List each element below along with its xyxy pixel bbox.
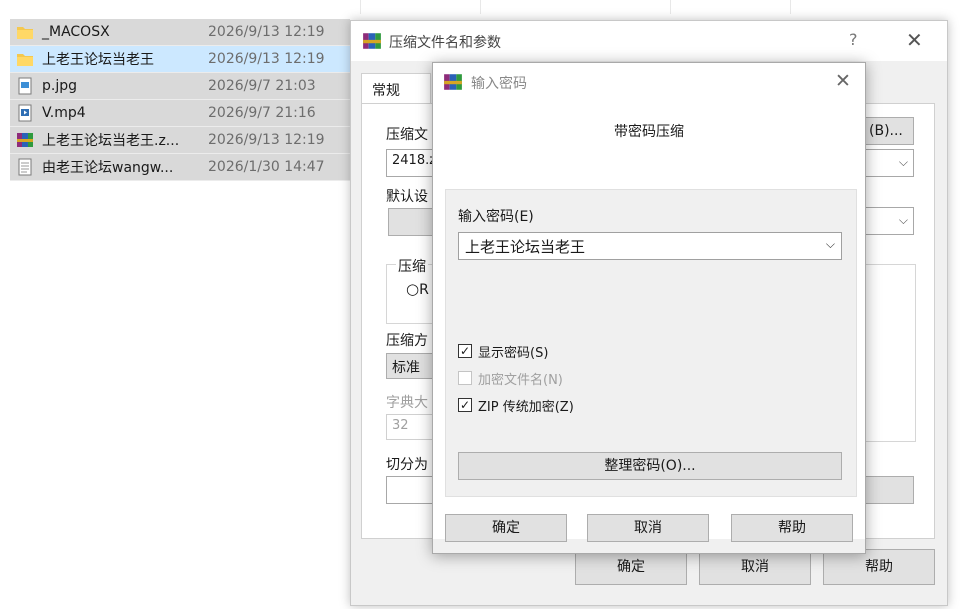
cancel-button[interactable]: 取消 [587,514,709,542]
cancel-button[interactable]: 取消 [699,549,811,585]
close-icon[interactable]: ✕ [835,70,851,92]
chevron-down-icon: ⌵ [898,213,908,227]
encrypt-file-names-checkbox: 加密文件名(N) [458,369,563,388]
dialog-title: 输入密码 [471,76,527,92]
file-row-selected[interactable]: 上老王论坛当老王 2026/9/13 12:19 [10,46,350,73]
winrar-archive-icon [17,133,33,147]
video-file-icon [18,104,32,122]
file-name: 上老王论坛当老王.z... [42,133,180,149]
file-name: _MACOSX [42,24,110,40]
dialog-heading: 带密码压缩 [614,124,684,140]
checkbox-label: 加密文件名(N) [478,372,563,388]
format-radio-label: R [419,282,429,298]
zip-legacy-encryption-checkbox[interactable]: ✓ ZIP 传统加密(Z) [458,396,574,415]
checkbox-checked-icon: ✓ [458,344,472,358]
archive-name-label: 压缩文 [386,127,428,143]
checkbox-label: 显示密码(S) [478,345,549,361]
password-group: 输入密码(E) 上老王论坛当老王 ⌵ ✓ 显示密码(S) 加密文件名(N) ✓ … [445,189,857,497]
format-radio-rar[interactable]: ○R [406,280,429,298]
default-settings-label: 默认设 [386,189,428,205]
checkbox-label: ZIP 传统加密(Z) [478,399,574,415]
chevron-down-icon[interactable]: ⌵ [826,237,835,252]
file-row[interactable]: V.mp4 2026/9/7 21:16 [10,100,350,127]
password-input[interactable]: 上老王论坛当老王 ⌵ [458,232,842,260]
file-row[interactable]: 由老王论坛wangw... 2026/1/30 14:47 [10,154,350,181]
winrar-icon [444,74,462,90]
enter-password-label: 输入密码(E) [458,209,534,225]
help-button[interactable]: 帮助 [823,549,935,585]
file-date: 2026/9/13 12:19 [208,132,325,148]
checkbox-unchecked-icon [458,371,472,385]
tab-general[interactable]: 常规 [361,73,431,103]
text-file-icon [18,158,32,176]
dialog-title: 压缩文件名和参数 [389,35,501,51]
ok-button[interactable]: 确定 [445,514,567,542]
dictionary-size-label: 字典大 [386,395,428,411]
file-date: 2026/9/7 21:03 [208,78,316,94]
archive-name-dropdown[interactable]: ⌵ [862,149,914,177]
archive-options-group [862,264,916,442]
chevron-down-icon: ⌵ [898,155,908,169]
image-file-icon [18,77,32,95]
organize-passwords-button[interactable]: 整理密码(O)... [458,452,842,480]
browse-button[interactable]: (B)... [862,117,914,145]
file-name: p.jpg [42,78,77,94]
show-password-checkbox[interactable]: ✓ 显示密码(S) [458,342,549,361]
file-date: 2026/9/13 12:19 [208,24,325,40]
file-name: 上老王论坛当老王 [42,52,154,68]
compression-method-label: 压缩方 [386,333,428,349]
set-password-button[interactable] [862,476,914,504]
file-date: 2026/9/13 12:19 [208,51,325,67]
file-date: 2026/9/7 21:16 [208,105,316,121]
password-value: 上老王论坛当老王 [465,238,586,256]
archive-format-label: 压缩 [396,256,428,276]
folder-icon [17,54,33,66]
title-bar: 输入密码 ✕ [433,63,865,101]
file-row[interactable]: _MACOSX 2026/9/13 12:19 [10,19,350,46]
column-dividers [360,0,960,16]
enter-password-dialog: 输入密码 ✕ 带密码压缩 输入密码(E) 上老王论坛当老王 ⌵ ✓ 显示密码(S… [432,62,866,554]
close-icon[interactable]: ✕ [906,28,923,52]
file-date: 2026/1/30 14:47 [208,159,325,175]
file-explorer-list: _MACOSX 2026/9/13 12:19 上老王论坛当老王 2026/9/… [0,0,791,200]
file-row[interactable]: 上老王论坛当老王.z... 2026/9/13 12:19 [10,127,350,154]
ok-button[interactable]: 确定 [575,549,687,585]
winrar-icon [363,33,381,49]
help-button[interactable]: 帮助 [731,514,853,542]
title-bar: 压缩文件名和参数 ? ✕ [351,21,947,61]
checkbox-checked-icon: ✓ [458,398,472,412]
file-row[interactable]: p.jpg 2026/9/7 21:03 [10,73,350,100]
file-name: 由老王论坛wangw... [42,160,174,176]
file-name: V.mp4 [42,105,86,121]
split-volumes-label: 切分为 [386,457,428,473]
update-mode-dropdown[interactable]: ⌵ [862,207,914,235]
help-icon[interactable]: ? [849,30,858,49]
folder-icon [17,27,33,39]
